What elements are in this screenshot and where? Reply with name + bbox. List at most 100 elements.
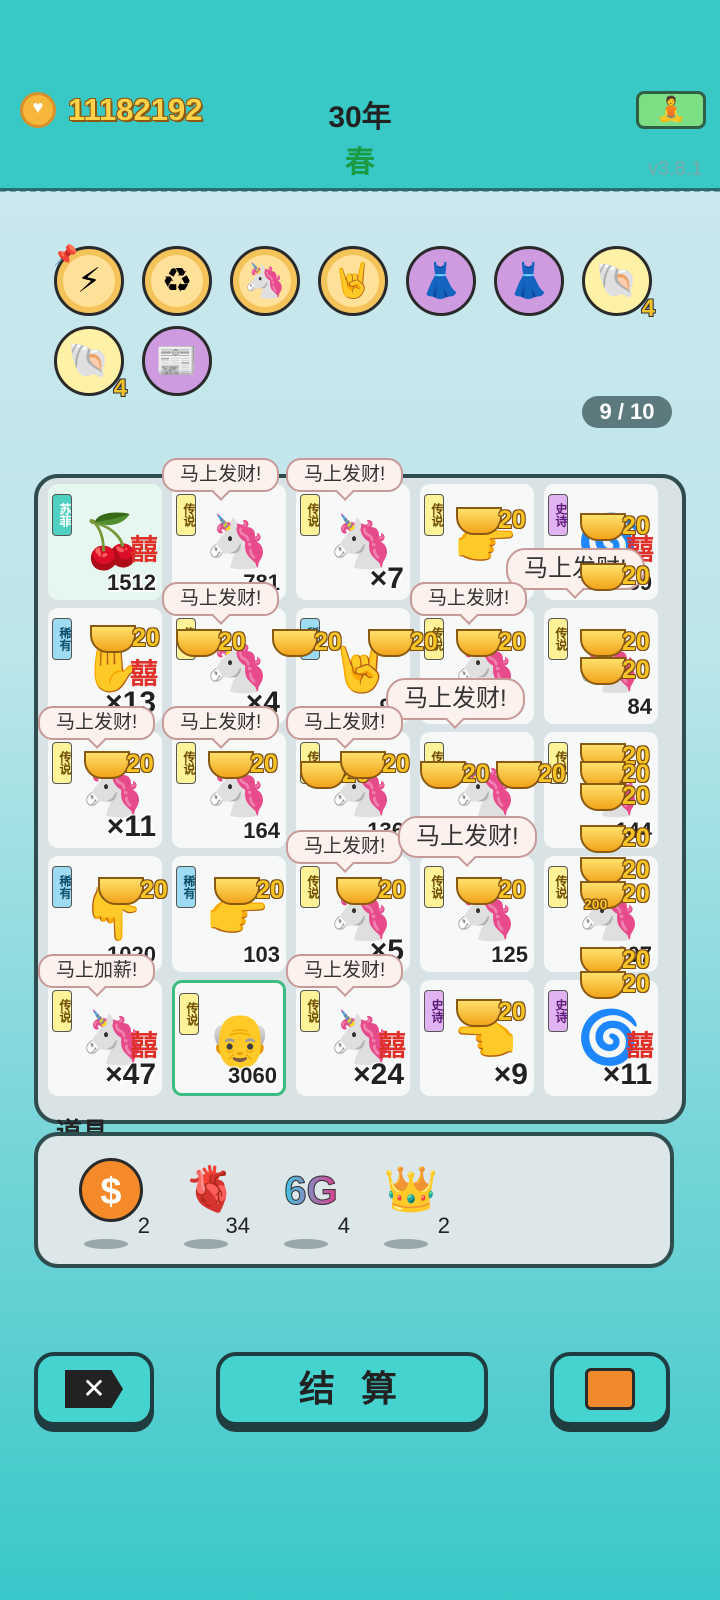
ingot-value: 20 <box>622 824 650 852</box>
ingot-shape <box>336 877 382 906</box>
shell-icon: 🐚 <box>67 342 111 380</box>
board-cell[interactable]: 稀有 👉 103 <box>172 856 286 972</box>
buff-slot[interactable]: 🐚 4 <box>582 246 655 322</box>
item-shadow <box>284 1239 328 1249</box>
spin-counter: 9 / 10 <box>582 396 672 428</box>
bubble-text: 马上发财! <box>398 816 537 858</box>
ingot-value: 20 <box>622 562 650 590</box>
gold-ingot-icon: 20 <box>214 876 284 906</box>
gold-ingot-icon: 20 <box>580 628 650 658</box>
gold-ingot-icon: 20 <box>176 628 246 658</box>
buff-slot[interactable]: 📰 <box>142 326 212 396</box>
bubble-text: 马上加薪! <box>38 954 156 988</box>
year-label: 30年 <box>328 101 392 134</box>
ingot-shape <box>340 751 386 780</box>
ingot-value: 20 <box>622 512 650 540</box>
cancel-button[interactable]: ✕ <box>34 1352 154 1426</box>
ingot-value: 20 <box>462 760 490 788</box>
buff-slot[interactable]: 👗 <box>494 246 564 316</box>
buff-slot[interactable]: 🐚 4 <box>54 326 127 402</box>
buff-count: 4 <box>113 375 127 402</box>
ingot-shape <box>580 971 626 1000</box>
board-cell[interactable]: 传说 👴 3060 <box>172 980 286 1096</box>
meditation-button[interactable]: 🧘 <box>636 91 706 129</box>
item-slot[interactable]: $2 <box>66 1155 156 1249</box>
ingot-value: 20 <box>382 750 410 778</box>
ingot-value: 20 <box>498 998 526 1026</box>
cell-value: ×11 <box>602 1058 652 1091</box>
cell-value: ×24 <box>353 1058 404 1091</box>
ingot-value: 20 <box>256 876 284 904</box>
ingot-value: 20 <box>314 628 342 656</box>
ingot-shape <box>98 877 144 906</box>
ingot-value: 20 <box>622 656 650 684</box>
skirt-icon: 👗 <box>507 262 551 300</box>
ingot-value: 20 <box>218 628 246 656</box>
skirt-icon: 👗 <box>419 262 463 300</box>
ingot-value: 20 <box>498 876 526 904</box>
ingot-shape <box>580 563 626 592</box>
liver-icon: 🫀 <box>183 1165 239 1214</box>
cell-value: 1512 <box>107 570 156 595</box>
cell-value: ×7 <box>369 562 404 595</box>
gold-ingot-icon: 20 <box>340 750 410 780</box>
buff-slot[interactable]: ⚡ 📌 <box>53 245 124 316</box>
ingot-value: 20 <box>498 628 526 656</box>
rock-hand-icon: 🤘 <box>331 262 375 300</box>
gold-ingot-icon: 20 <box>98 876 168 906</box>
ingot-value: 20 <box>498 506 526 534</box>
ingot-shape <box>272 629 318 658</box>
buff-slot[interactable]: 🤘 <box>318 246 388 316</box>
ingot-value: 20 <box>378 876 406 904</box>
buff-slot[interactable]: 🦄 <box>230 246 300 316</box>
cell-value: ×9 <box>493 1058 528 1091</box>
bubble-text: 马上发财! <box>162 582 280 616</box>
item-shadow <box>384 1239 428 1249</box>
season-label: 春 <box>345 146 375 179</box>
ingot-value: 20 <box>250 750 278 778</box>
board-cell[interactable]: 传说 🦄 囍 ×24 <box>296 980 410 1096</box>
cell-value: ×11 <box>106 810 156 843</box>
ingot-shape <box>580 657 626 686</box>
ingot-shape <box>456 877 502 906</box>
item-slot[interactable]: 🫀 34 <box>166 1155 256 1249</box>
gold-ingot-icon: 20 <box>580 656 650 686</box>
bubble-text: 马上发财! <box>162 706 280 740</box>
board-cell[interactable]: 传说 🦄 囍 ×47 <box>48 980 162 1096</box>
board-cell[interactable]: 传说 🦄 ×7 <box>296 484 410 600</box>
item-slot[interactable]: 6G 4 <box>266 1155 356 1249</box>
ingot-shape <box>176 629 222 658</box>
ingot-value: 20 <box>538 760 566 788</box>
pin-icon: 📌 <box>53 245 78 267</box>
ingot-value: 20 <box>622 880 650 908</box>
gold-ingot-icon: 20 <box>456 876 526 906</box>
bubble-text: 马上发财! <box>38 706 156 740</box>
settle-button[interactable]: 结 算 <box>216 1352 488 1426</box>
ingot-shape <box>456 507 502 536</box>
unicorn-icon: 🦄 <box>243 262 287 300</box>
buff-slot[interactable]: ♻ <box>142 246 212 316</box>
ingot-shape <box>580 513 626 542</box>
bubble-text: 马上发财! <box>286 458 404 492</box>
gold-ingot-icon: 20 <box>456 998 526 1028</box>
lightning-icon: ⚡ <box>77 262 101 300</box>
item-slot[interactable]: 👑 2 <box>366 1155 456 1249</box>
top-bar: 11182192 30年 春 🧘 v3.8.1 <box>0 0 720 192</box>
time-magazine-icon: 📰 <box>155 342 199 380</box>
ingot-shape <box>580 783 626 812</box>
bubble-text: 马上发财! <box>286 706 404 740</box>
crown-icon: 👑 <box>383 1165 439 1214</box>
buff-slot[interactable]: 👗 <box>406 246 476 316</box>
ingot-shape <box>456 999 502 1028</box>
ingot-value: 20 <box>126 750 154 778</box>
gold-ingot-icon: 20 <box>496 760 566 790</box>
bag-button[interactable] <box>550 1352 670 1426</box>
ingot-shape <box>580 825 626 854</box>
ingot-shape <box>580 629 626 658</box>
gold-ingot-icon: 20 <box>208 750 278 780</box>
board-cell[interactable]: 苏菲 🍒 囍 1512 <box>48 484 162 600</box>
ingot-small-value: 200 <box>584 896 608 912</box>
ingot-shape <box>90 625 136 654</box>
gold-ingot-icon: 20 <box>90 624 160 654</box>
board-cell[interactable]: 传说 🦄 125 <box>420 856 534 972</box>
